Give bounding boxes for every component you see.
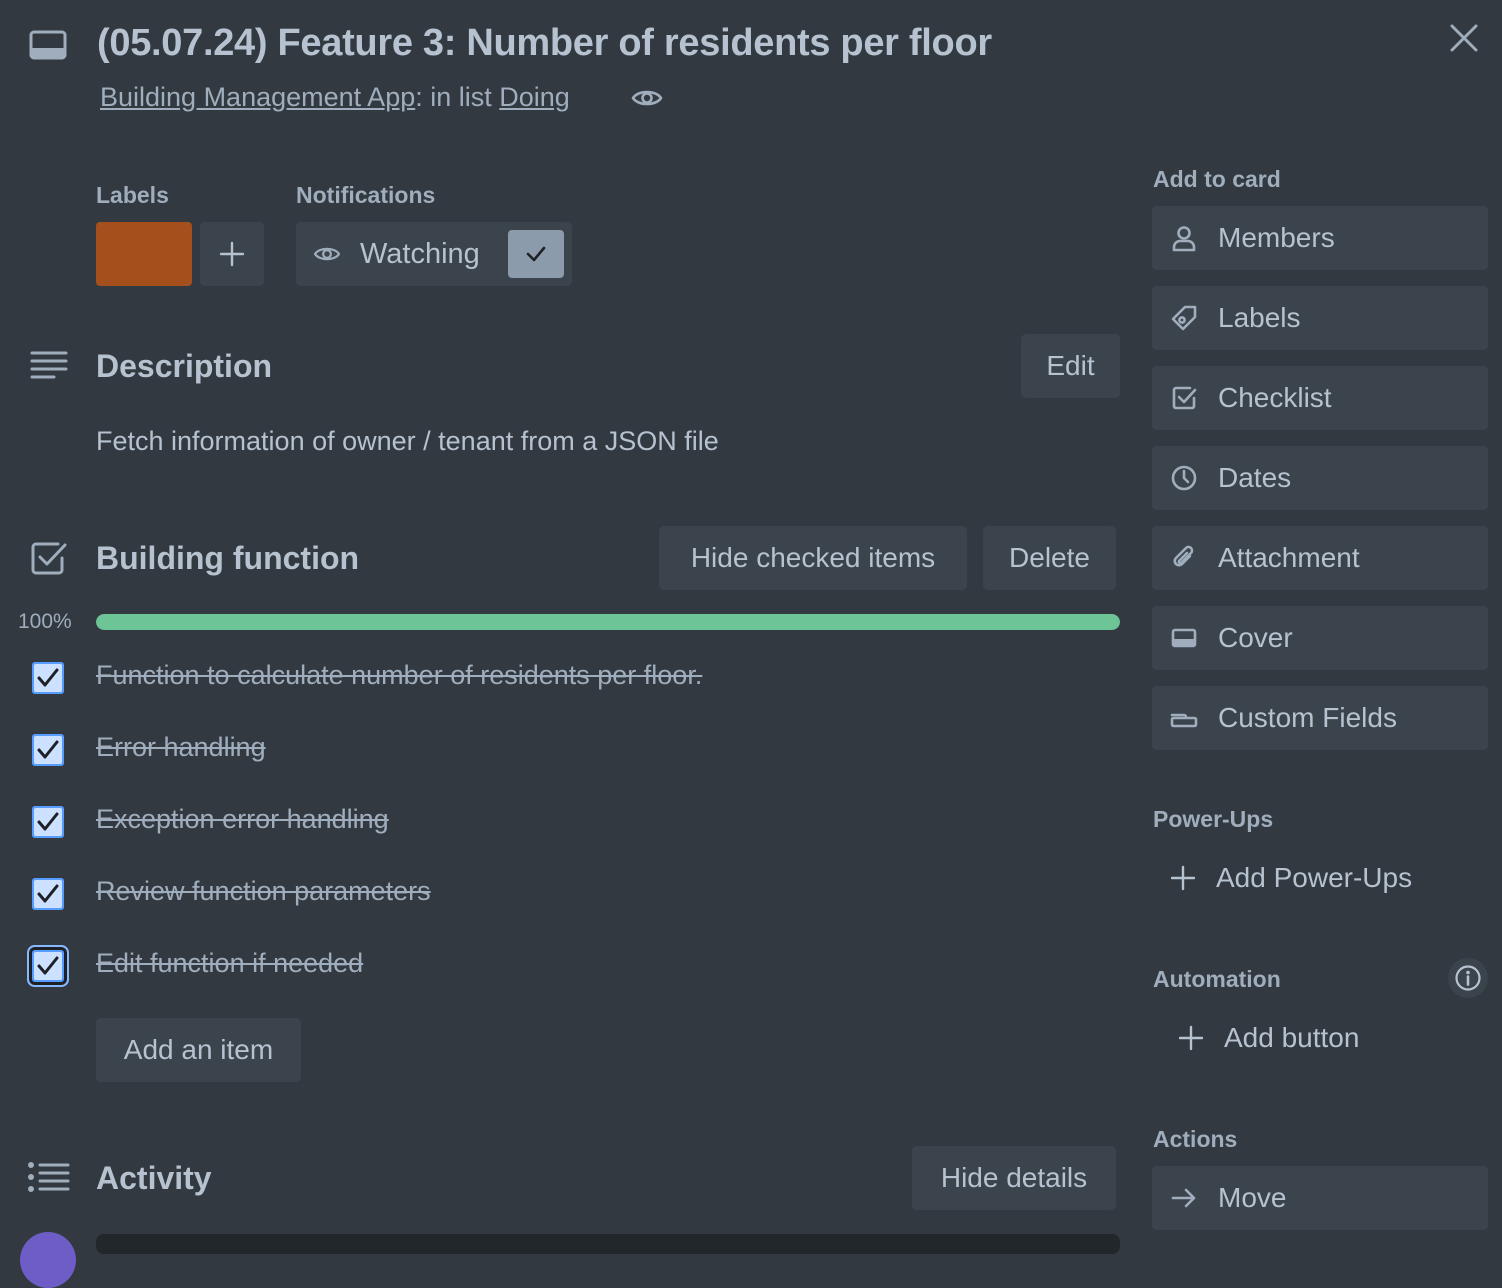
labels-button[interactable]: Labels: [1152, 286, 1488, 350]
members-label: Members: [1218, 222, 1335, 253]
checklist-label: Checklist: [1218, 382, 1332, 413]
description-heading: Description: [96, 348, 273, 384]
description-text[interactable]: Fetch information of owner / tenant from…: [96, 426, 719, 457]
attachment-button[interactable]: Attachment: [1152, 526, 1488, 590]
add-button-label: Add button: [1224, 1022, 1360, 1053]
checklist-icon: [30, 540, 68, 576]
move-label: Move: [1218, 1182, 1287, 1213]
board-link[interactable]: Building Management App: [100, 82, 415, 112]
comment-input[interactable]: [96, 1234, 1120, 1254]
watching-check-icon: [508, 230, 564, 278]
clock-icon: [1171, 465, 1197, 491]
labels-label: Labels: [1218, 302, 1301, 333]
add-label-button[interactable]: [200, 222, 264, 286]
hide-details-button[interactable]: Hide details: [912, 1146, 1116, 1210]
card-title: (05.07.24) Feature 3: Number of resident…: [97, 22, 992, 64]
eye-icon: [313, 247, 341, 261]
card-location: Building Management App: in list Doing: [100, 82, 570, 113]
watching-eye-icon: [630, 84, 664, 112]
automation-heading: Automation: [1153, 966, 1281, 992]
checklist-item-checkbox[interactable]: [32, 950, 64, 982]
checklist-title[interactable]: Building function: [96, 540, 359, 577]
close-icon: [1450, 24, 1478, 52]
checklist-item-checkbox[interactable]: [32, 662, 64, 694]
in-list-text: : in list: [415, 82, 500, 112]
plus-icon: [1170, 865, 1196, 891]
label-chip[interactable]: [96, 222, 192, 286]
actions-heading: Actions: [1153, 1126, 1238, 1152]
add-item-label: Add an item: [123, 1034, 274, 1065]
checklist-item-text[interactable]: Function to calculate number of resident…: [96, 660, 702, 691]
edit-label: Edit: [1046, 350, 1095, 381]
progress-percent: 100%: [18, 610, 72, 633]
checkmark-icon: [37, 956, 59, 975]
hide-checked-items-button[interactable]: Hide checked items: [659, 526, 967, 590]
delete-label: Delete: [1009, 542, 1090, 573]
delete-checklist-button[interactable]: Delete: [983, 526, 1116, 590]
checklist-item-text[interactable]: Error handling: [96, 732, 266, 763]
hide-details-label: Hide details: [940, 1162, 1088, 1193]
activity-icon: [26, 1160, 70, 1194]
checklist-button[interactable]: Checklist: [1152, 366, 1488, 430]
hide-checked-label: Hide checked items: [690, 542, 936, 573]
checklist-item-checkbox[interactable]: [32, 806, 64, 838]
members-button[interactable]: Members: [1152, 206, 1488, 270]
checklist-item-checkbox[interactable]: [32, 734, 64, 766]
custom-fields-icon: [1170, 713, 1198, 728]
edit-description-button[interactable]: Edit: [1021, 334, 1120, 398]
add-power-ups-label: Add Power-Ups: [1216, 862, 1413, 893]
automation-info-button[interactable]: [1448, 958, 1488, 998]
checklist-item-text[interactable]: Exception error handling: [96, 804, 389, 835]
checkmark-icon: [37, 812, 59, 831]
info-icon: [1455, 965, 1481, 991]
dates-label: Dates: [1218, 462, 1292, 493]
add-to-card-heading: Add to card: [1153, 166, 1281, 192]
cover-icon: [1171, 628, 1197, 648]
arrow-right-icon: [1171, 1188, 1196, 1208]
notifications-heading: Notifications: [296, 182, 436, 208]
description-icon: [30, 350, 68, 382]
close-button[interactable]: [1444, 18, 1484, 58]
person-icon: [1172, 226, 1196, 252]
attachment-label: Attachment: [1218, 542, 1360, 573]
checkmark-icon: [37, 884, 59, 903]
add-button-button[interactable]: Add button: [1178, 1020, 1359, 1056]
paperclip-icon: [1173, 545, 1194, 567]
checklist-item-checkbox[interactable]: [32, 878, 64, 910]
add-item-button[interactable]: Add an item: [96, 1018, 301, 1082]
card-icon: [28, 28, 68, 64]
checklist-item-text[interactable]: Edit function if needed: [96, 948, 363, 979]
progress-bar: [96, 614, 1120, 630]
checklist-item-text[interactable]: Review function parameters: [96, 876, 431, 907]
plus-icon: [219, 241, 245, 267]
custom-fields-label: Custom Fields: [1218, 702, 1397, 733]
list-link[interactable]: Doing: [499, 82, 570, 112]
watch-button[interactable]: Watching: [296, 222, 572, 286]
watch-label: Watching: [360, 237, 480, 270]
cover-label: Cover: [1218, 622, 1293, 653]
cover-button[interactable]: Cover: [1152, 606, 1488, 670]
avatar[interactable]: [20, 1232, 76, 1288]
tag-icon: [1171, 305, 1197, 331]
progress-fill: [96, 614, 1120, 630]
checkmark-icon: [37, 668, 59, 687]
labels-heading: Labels: [96, 182, 169, 208]
activity-heading: Activity: [96, 1160, 212, 1196]
checkmark-icon: [37, 740, 59, 759]
power-ups-heading: Power-Ups: [1153, 806, 1274, 832]
dates-button[interactable]: Dates: [1152, 446, 1488, 510]
checklist-icon: [1172, 386, 1197, 410]
plus-icon: [1178, 1025, 1204, 1051]
custom-fields-button[interactable]: Custom Fields: [1152, 686, 1488, 750]
move-button[interactable]: Move: [1152, 1166, 1488, 1230]
add-power-ups-button[interactable]: Add Power-Ups: [1170, 860, 1412, 896]
